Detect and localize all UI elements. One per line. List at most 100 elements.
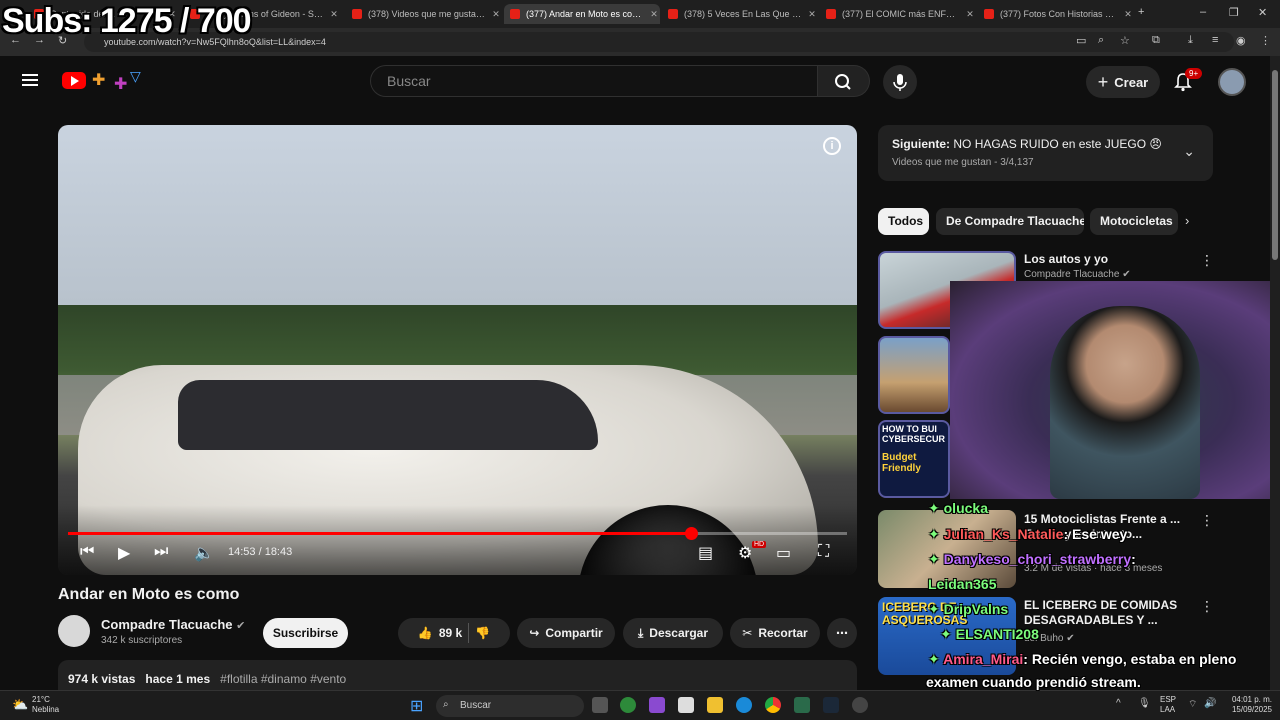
- chat-message: ✦ Amira_Mirai: Recién vengo, estaba en p…: [928, 651, 1236, 668]
- volume-icon[interactable]: 🔊: [1204, 698, 1216, 709]
- play-icon[interactable]: ▶: [118, 543, 130, 563]
- close-tab-icon[interactable]: ✕: [490, 9, 502, 20]
- page-scrollbar[interactable]: [1270, 56, 1280, 690]
- close-tab-icon[interactable]: ✕: [328, 9, 340, 20]
- profile-icon[interactable]: ◉: [1236, 34, 1246, 47]
- channel-avatar[interactable]: [58, 615, 90, 647]
- downloads-icon[interactable]: ⤓: [1188, 34, 1193, 47]
- chrome-icon[interactable]: [765, 697, 781, 713]
- user-avatar[interactable]: [1218, 68, 1246, 96]
- progress-bar[interactable]: [68, 527, 847, 540]
- info-icon[interactable]: i: [823, 137, 841, 155]
- chevron-right-icon[interactable]: ›: [1185, 213, 1189, 228]
- hamburger-menu-icon[interactable]: [22, 74, 38, 86]
- time-display: 14:53 / 18:43: [228, 546, 293, 558]
- app-icon[interactable]: [620, 697, 636, 713]
- search-icon: ⌕: [443, 699, 449, 710]
- tab-title: (377) Fotos Con Historias Pertu: [1000, 9, 1118, 19]
- chip-todos[interactable]: Todos: [878, 208, 929, 235]
- chip-motocicletas[interactable]: Motocicletas: [1090, 208, 1178, 235]
- wifi-icon[interactable]: ⌔: [1188, 698, 1197, 711]
- subscribe-button[interactable]: Suscribirse: [263, 618, 348, 648]
- tray-chevron-icon[interactable]: ^: [1116, 698, 1121, 709]
- create-button[interactable]: + Crear: [1086, 66, 1160, 98]
- close-tab-icon[interactable]: ✕: [1122, 9, 1134, 20]
- weather-icon: ⛅: [12, 697, 29, 712]
- download-button[interactable]: ⤓ Descargar: [623, 618, 723, 648]
- more-actions-button[interactable]: ⋯: [827, 618, 857, 648]
- chip-channel[interactable]: De Compadre Tlacuache: [936, 208, 1084, 235]
- theater-mode-icon[interactable]: ▭: [776, 543, 791, 563]
- cast-icon[interactable]: ▭: [1076, 34, 1086, 47]
- browser-tab[interactable]: (378) 5 Veces En Las Que Strea ✕: [662, 4, 818, 24]
- previous-icon[interactable]: ⏮: [80, 543, 94, 561]
- browser-menu-icon[interactable]: ⋮: [1260, 34, 1271, 47]
- chevron-down-icon[interactable]: ⌄: [1183, 143, 1195, 160]
- reading-list-icon[interactable]: ≡: [1212, 34, 1218, 46]
- verified-icon: ✔: [236, 620, 246, 632]
- language-indicator[interactable]: ESP LAA: [1160, 695, 1176, 715]
- reco-thumbnail[interactable]: HOW TO BUI CYBERSECUR Budget Friendly: [878, 420, 950, 498]
- file-explorer-icon[interactable]: [707, 697, 723, 713]
- youtube-logo[interactable]: [62, 72, 86, 89]
- captions-icon[interactable]: ▤: [698, 543, 713, 563]
- hashtags[interactable]: #flotilla #dinamo #vento: [220, 672, 346, 686]
- fullscreen-icon[interactable]: ⛶: [818, 543, 829, 561]
- close-tab-icon[interactable]: ✕: [806, 9, 818, 20]
- bookmark-star-icon[interactable]: ☆: [1120, 34, 1130, 47]
- app-icon[interactable]: [794, 697, 810, 713]
- taskbar-search[interactable]: Buscar: [436, 695, 584, 717]
- copilot-icon[interactable]: [649, 697, 665, 713]
- more-vertical-icon[interactable]: ⋮: [1200, 252, 1214, 269]
- obs-icon[interactable]: [852, 697, 868, 713]
- maximize-icon[interactable]: ❐: [1229, 6, 1239, 19]
- store-icon[interactable]: [678, 697, 694, 713]
- task-view-icon[interactable]: [592, 697, 608, 713]
- close-tab-icon[interactable]: ✕: [648, 9, 660, 20]
- like-button[interactable]: 👍 89 k: [418, 626, 462, 640]
- video-frame-car-window: [178, 380, 598, 450]
- channel-name[interactable]: Compadre Tlacuache ✔: [101, 617, 245, 632]
- reco-title[interactable]: EL ICEBERG DE COMIDAS DESAGRADABLES Y ..…: [1024, 598, 1199, 628]
- share-button[interactable]: ↪ Compartir: [517, 618, 615, 648]
- share-icon: ↪: [529, 626, 540, 640]
- edge-icon[interactable]: [736, 697, 752, 713]
- windows-start-icon[interactable]: ⊞: [410, 696, 423, 716]
- reco-title[interactable]: Los autos y yo: [1024, 252, 1199, 267]
- more-vertical-icon[interactable]: ⋮: [1200, 512, 1214, 529]
- settings-gear-icon[interactable]: ⚙: [738, 543, 752, 563]
- zoom-icon[interactable]: ⌕: [1098, 34, 1104, 47]
- clip-button[interactable]: ✂ Recortar: [730, 618, 820, 648]
- next-icon[interactable]: ⏭: [154, 543, 168, 561]
- chat-username: ELSANTI208: [955, 626, 1039, 642]
- playlist-next-panel[interactable]: Siguiente: NO HAGAS RUIDO en este JUEGO …: [878, 125, 1213, 181]
- clip-label: Recortar: [758, 626, 808, 640]
- browser-tab-active[interactable]: (377) Andar en Moto es como ✕: [504, 4, 660, 24]
- voice-search-button[interactable]: [883, 65, 917, 99]
- url-field[interactable]: youtube.com/watch?v=Nw5FQlhn8oQ&list=LL&…: [84, 32, 1234, 52]
- dislike-button[interactable]: 👎: [475, 626, 490, 640]
- search-input[interactable]: Buscar: [370, 65, 818, 97]
- more-vertical-icon[interactable]: ⋮: [1200, 598, 1214, 615]
- search-button[interactable]: [818, 65, 870, 97]
- close-tab-icon[interactable]: ✕: [964, 9, 976, 20]
- browser-tab[interactable]: (377) El COMIC más ENFERMO ✕: [820, 4, 976, 24]
- chat-text: : Ese wey: [1063, 526, 1128, 542]
- steam-icon[interactable]: [823, 697, 839, 713]
- weather-widget[interactable]: 21°C Neblina: [32, 695, 59, 715]
- volume-icon[interactable]: 🔈: [194, 543, 214, 563]
- chat-username: DripValns: [943, 601, 1009, 617]
- scrollbar-thumb[interactable]: [1272, 70, 1278, 260]
- browser-tab[interactable]: (378) Videos que me gustan - Y ✕: [346, 4, 502, 24]
- reco-thumbnail[interactable]: [878, 336, 950, 414]
- system-clock[interactable]: 04:01 p. m. 15/09/2025: [1222, 695, 1272, 715]
- windows-taskbar: ⛅ 21°C Neblina ⊞ Buscar ⌕ ^ 🎙 ESP LAA ⌔ …: [0, 690, 1280, 720]
- new-tab-icon[interactable]: +: [1138, 6, 1144, 18]
- browser-tab[interactable]: (377) Fotos Con Historias Pertu ✕: [978, 4, 1134, 24]
- extensions-icon[interactable]: ⧉: [1152, 34, 1160, 47]
- microphone-icon[interactable]: 🎙: [1138, 698, 1151, 709]
- video-player[interactable]: i ⏮ ▶ ⏭ 🔈 14:53 / 18:43 ▤ ⚙ HD ▭ ⛶: [58, 125, 857, 575]
- logo-decoration-icon: ✚: [92, 72, 106, 89]
- minimize-icon[interactable]: –: [1200, 6, 1206, 18]
- close-window-icon[interactable]: ✕: [1258, 6, 1267, 19]
